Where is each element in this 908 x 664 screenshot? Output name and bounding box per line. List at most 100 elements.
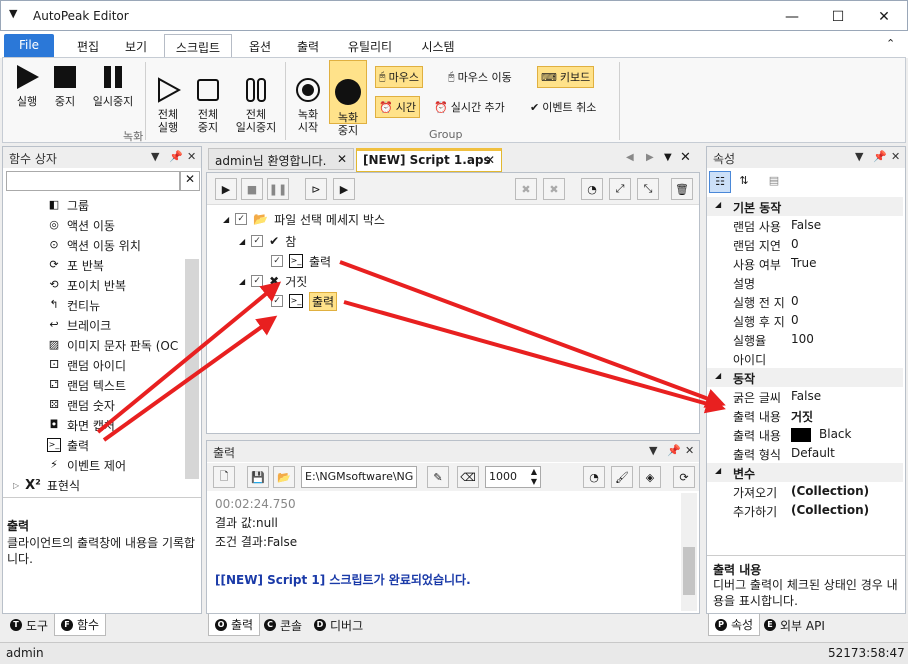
- doc-tab-script[interactable]: [NEW] Script 1.aps ✕: [356, 148, 502, 172]
- delete-button[interactable]: 🗑: [671, 178, 693, 200]
- close-button[interactable]: ✕: [861, 1, 907, 32]
- clean-icon[interactable]: ✎: [427, 466, 449, 488]
- dropdown-icon[interactable]: ▼: [151, 150, 159, 163]
- stop-button[interactable]: ■: [241, 178, 263, 200]
- disable-all-button[interactable]: ✖: [543, 178, 565, 200]
- property-row[interactable]: 아이디: [707, 349, 903, 368]
- categorized-icon[interactable]: ☷: [709, 171, 731, 193]
- keyboard-toggle[interactable]: ⌨ 키보드: [537, 66, 595, 88]
- tab-console[interactable]: C 콘솔: [258, 614, 308, 636]
- function-item[interactable]: ⚀ 랜덤 아이디: [47, 355, 126, 375]
- property-row[interactable]: 출력 내용 거짓: [707, 406, 903, 425]
- function-item[interactable]: ▨ 이미지 문자 판독 (OC: [47, 335, 178, 355]
- system-menu-icon[interactable]: ▼: [9, 7, 17, 20]
- record-stop-button[interactable]: 녹화 중지: [329, 60, 367, 137]
- dropdown-icon[interactable]: ▼: [649, 444, 657, 457]
- play-button[interactable]: ▶: [215, 178, 237, 200]
- sort-az-icon[interactable]: ⇅: [733, 171, 755, 193]
- tab-file[interactable]: File: [4, 34, 54, 58]
- clock-button[interactable]: ◔: [581, 178, 603, 200]
- mouse-move-toggle[interactable]: 🖰 마우스 이동: [445, 66, 515, 88]
- function-item[interactable]: ⟳ 포 반복: [47, 255, 104, 275]
- close-icon[interactable]: ✕: [337, 152, 347, 166]
- new-log-button[interactable]: 🗋: [213, 466, 235, 488]
- minimize-button[interactable]: —: [769, 1, 815, 32]
- time-toggle[interactable]: ⏰ 시간: [375, 96, 420, 118]
- property-row[interactable]: 실행 후 지0: [707, 311, 903, 330]
- run-button[interactable]: 실행: [9, 64, 45, 108]
- tab-scroll-right-icon[interactable]: ▶: [646, 152, 654, 163]
- refresh-icon[interactable]: ⟳: [673, 466, 695, 488]
- function-item[interactable]: ⟲ 포이치 반복: [47, 275, 126, 295]
- tab-options[interactable]: 옵션: [238, 34, 282, 58]
- close-icon[interactable]: ✕: [187, 150, 196, 163]
- brush-icon[interactable]: 🖌: [611, 466, 633, 488]
- collapse-button[interactable]: ⤡: [637, 178, 659, 200]
- tab-output[interactable]: 출력: [286, 34, 330, 58]
- doc-tab-welcome[interactable]: admin님 환영합니다. ✕: [208, 148, 354, 170]
- property-row[interactable]: 추가하기 (Collection): [707, 501, 903, 520]
- clock-icon[interactable]: ◔: [583, 466, 605, 488]
- folder-icon[interactable]: 📂: [273, 466, 295, 488]
- tab-list-icon[interactable]: ▼: [664, 152, 672, 163]
- function-item[interactable]: ⊙ 액션 이동 위치: [47, 235, 140, 255]
- delay-input[interactable]: 1000 ▲ ▼: [485, 466, 541, 488]
- tab-debug[interactable]: D 디버그: [308, 614, 369, 636]
- property-row[interactable]: 설명: [707, 273, 903, 292]
- function-item[interactable]: >_ 출력: [47, 435, 89, 455]
- pin-icon[interactable]: 📌: [667, 444, 681, 457]
- event-cancel-toggle[interactable]: ✔ 이벤트 취소: [527, 96, 599, 118]
- stop-all-button[interactable]: 전체 중지: [189, 64, 227, 147]
- output-scrollbar[interactable]: [681, 493, 697, 611]
- close-icon[interactable]: ✕: [891, 150, 900, 163]
- clear-search-icon[interactable]: ✕: [180, 171, 200, 191]
- property-row[interactable]: 출력 내용 Black: [707, 425, 903, 444]
- property-row[interactable]: 출력 형식 Default: [707, 444, 903, 463]
- function-item[interactable]: ⚁ 랜덤 텍스트: [47, 375, 126, 395]
- tree-node-true[interactable]: ◢ ✓ ✔ 참: [239, 231, 296, 251]
- tab-output[interactable]: O 출력: [208, 614, 261, 636]
- record-start-button[interactable]: 녹화 시작: [289, 64, 327, 147]
- disable-button[interactable]: ✖: [515, 178, 537, 200]
- property-row[interactable]: 랜덤 사용 False: [707, 216, 903, 235]
- tree-node-output-1[interactable]: ✓ >_ 출력: [271, 251, 331, 271]
- tab-view[interactable]: 보기: [114, 34, 158, 58]
- tree-node-output-2[interactable]: ✓ >_ 출력: [271, 291, 338, 311]
- paint-bucket-icon[interactable]: ◈: [639, 466, 661, 488]
- dropdown-icon[interactable]: ▼: [855, 150, 863, 163]
- function-item[interactable]: ◘ 화면 캡처: [47, 415, 115, 435]
- tab-edit[interactable]: 편집: [66, 34, 110, 58]
- function-item[interactable]: ◎ 액션 이동: [47, 215, 115, 235]
- output-path-input[interactable]: E:\NGMsoftware\NG: [301, 466, 417, 488]
- function-category[interactable]: ▷ X² 표현식: [13, 475, 80, 495]
- property-row[interactable]: 랜덤 지연 0: [707, 235, 903, 254]
- pause-button[interactable]: 일시중지: [85, 64, 141, 108]
- close-icon[interactable]: ✕: [485, 153, 495, 167]
- tree-node-false[interactable]: ◢ ✓ ✖ 거짓: [239, 271, 307, 291]
- run-frame-button[interactable]: ▶: [333, 178, 355, 200]
- tab-functions[interactable]: F 함수: [54, 614, 107, 636]
- pause-all-button[interactable]: 전체 일시중지: [229, 64, 283, 147]
- tab-tools[interactable]: T 도구: [4, 614, 54, 636]
- step-button[interactable]: ⊳: [305, 178, 327, 200]
- mouse-toggle[interactable]: 🖰 마우스: [375, 66, 423, 88]
- run-all-button[interactable]: 전체 실행: [149, 64, 187, 147]
- eraser-icon[interactable]: ⌫: [457, 466, 479, 488]
- property-pages-icon[interactable]: ▤: [763, 171, 785, 193]
- pin-icon[interactable]: 📌: [873, 150, 887, 163]
- tab-system[interactable]: 시스템: [410, 34, 466, 58]
- maximize-button[interactable]: ☐: [815, 1, 861, 32]
- pin-icon[interactable]: 📌: [169, 150, 183, 163]
- function-item[interactable]: ⚡ 이벤트 제어: [47, 455, 126, 475]
- property-row[interactable]: 실행율 100: [707, 330, 903, 349]
- tree-node-root[interactable]: ◢ ✓ 📂 파일 선택 메세지 박스: [223, 209, 385, 229]
- tab-scroll-left-icon[interactable]: ◀: [626, 152, 634, 163]
- function-item[interactable]: ↩ 브레이크: [47, 315, 111, 335]
- expand-button[interactable]: ⤢: [609, 178, 631, 200]
- function-item[interactable]: ↰ 컨티뉴: [47, 295, 100, 315]
- close-icon[interactable]: ✕: [685, 444, 694, 457]
- function-item[interactable]: ◧ 그룹: [47, 195, 89, 215]
- property-row[interactable]: 가져오기 (Collection): [707, 482, 903, 501]
- tab-external-api[interactable]: E 외부 API: [758, 614, 831, 636]
- pause-button[interactable]: ❚❚: [267, 178, 289, 200]
